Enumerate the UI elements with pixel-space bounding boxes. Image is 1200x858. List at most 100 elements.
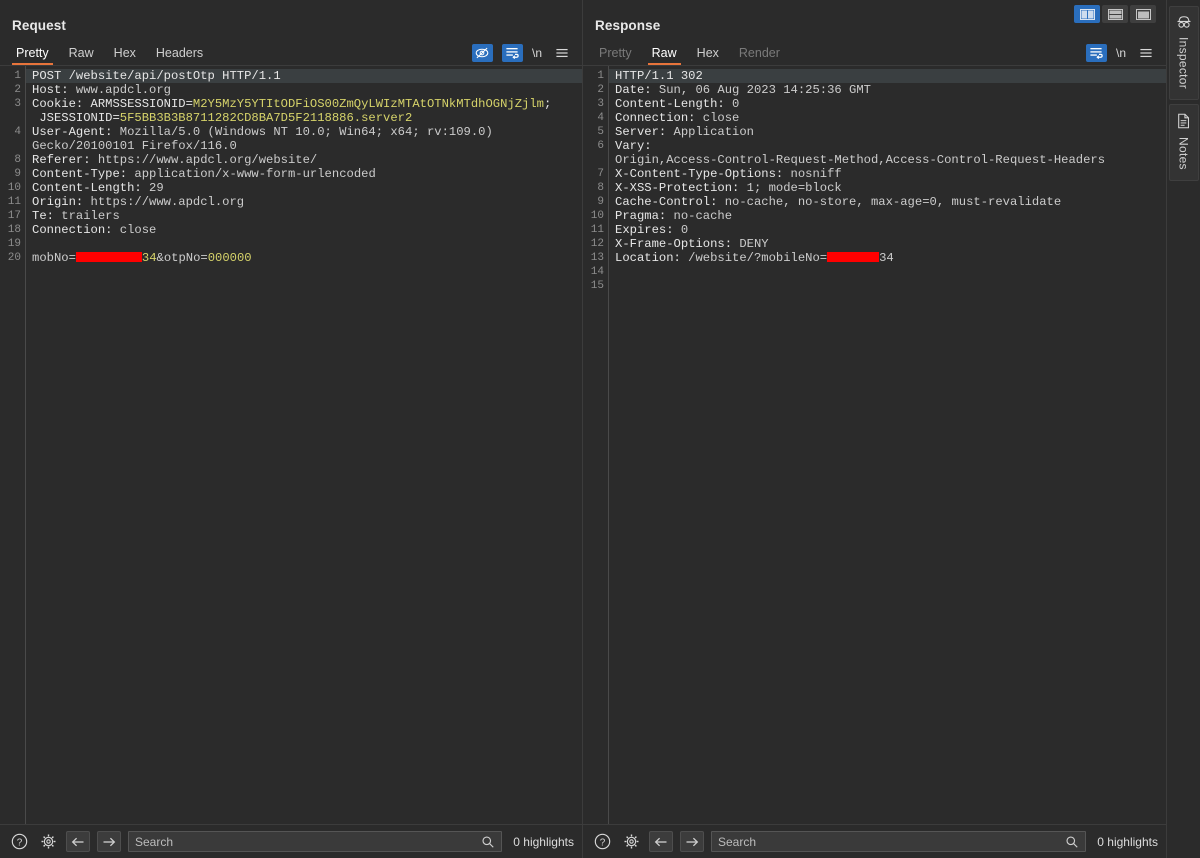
code-text: Referer: bbox=[32, 153, 98, 167]
newline-icon[interactable]: \n bbox=[532, 46, 542, 60]
forward-button[interactable] bbox=[680, 831, 704, 852]
line-number: 19 bbox=[7, 238, 21, 250]
line-number: 1 bbox=[597, 70, 604, 82]
code-line[interactable]: Content-Type: application/x-www-form-url… bbox=[26, 167, 582, 181]
code-line[interactable]: JSESSIONID=5F5BB3B3B8711282CD8BA7D5F2118… bbox=[26, 111, 582, 125]
line-number: 10 bbox=[7, 182, 21, 194]
code-line[interactable]: Location: /website/?mobileNo= 34 bbox=[609, 251, 1166, 265]
code-line[interactable]: Content-Length: 29 bbox=[26, 181, 582, 195]
request-tab-headers[interactable]: Headers bbox=[146, 44, 213, 65]
code-text: /website/?mobileNo= bbox=[688, 251, 828, 265]
help-icon[interactable]: ? bbox=[591, 831, 613, 853]
code-line[interactable] bbox=[26, 237, 582, 251]
code-line[interactable]: Cookie: ARMSSESSIONID=M2Y5MzY5YTItODFiOS… bbox=[26, 97, 582, 111]
code-text: Expires: bbox=[615, 223, 681, 237]
help-icon[interactable]: ? bbox=[8, 831, 30, 853]
code-line[interactable]: Pragma: no-cache bbox=[609, 209, 1166, 223]
layout-horizontal-split-button[interactable] bbox=[1102, 5, 1128, 23]
back-button[interactable] bbox=[66, 831, 90, 852]
response-search-input[interactable] bbox=[718, 834, 1066, 849]
request-tab-pretty[interactable]: Pretty bbox=[6, 44, 59, 65]
response-code[interactable]: HTTP/1.1 302 Date: Sun, 06 Aug 2023 14:25… bbox=[609, 66, 1166, 824]
line-number: 20 bbox=[7, 252, 21, 264]
response-editor[interactable]: 1 2 3 4 5 6 7 8 9 10 11 12 13 14 15 HTTP/1.1 302 Date: … bbox=[583, 65, 1166, 824]
line-number: 3 bbox=[597, 98, 604, 110]
code-line[interactable] bbox=[609, 265, 1166, 279]
code-text: X-Frame-Options: bbox=[615, 237, 740, 251]
code-text: https://www.apdcl.org/website/ bbox=[97, 153, 318, 167]
svg-text:?: ? bbox=[16, 837, 22, 848]
response-tab-render[interactable]: Render bbox=[729, 44, 790, 65]
layout-vertical-split-button[interactable] bbox=[1074, 5, 1100, 23]
code-line[interactable]: Gecko/20100101 Firefox/116.0 bbox=[26, 139, 582, 153]
newline-icon[interactable]: \n bbox=[1116, 46, 1126, 60]
sidebar-item-notes[interactable]: Notes bbox=[1168, 104, 1199, 181]
code-text: User-Agent: bbox=[32, 125, 120, 139]
code-line[interactable]: HTTP/1.1 302 bbox=[609, 69, 1166, 83]
code-text: Content-Type: bbox=[32, 167, 135, 181]
code-line[interactable]: Cache-Control: no-cache, no-store, max-a… bbox=[609, 195, 1166, 209]
request-tab-hex[interactable]: Hex bbox=[104, 44, 146, 65]
code-line[interactable]: Origin: https://www.apdcl.org bbox=[26, 195, 582, 209]
code-line[interactable]: Connection: close bbox=[26, 223, 582, 237]
back-button[interactable] bbox=[649, 831, 673, 852]
response-tab-raw[interactable]: Raw bbox=[642, 44, 687, 65]
line-number: 18 bbox=[7, 224, 21, 236]
code-line[interactable]: POST /website/api/postOtp HTTP/1.1 bbox=[26, 69, 582, 83]
code-line[interactable]: Te: trailers bbox=[26, 209, 582, 223]
code-line[interactable]: X-Frame-Options: DENY bbox=[609, 237, 1166, 251]
code-text: Cookie: ARMSSESSIONID= bbox=[32, 97, 193, 111]
line-number: 8 bbox=[14, 154, 21, 166]
line-number: 2 bbox=[14, 84, 21, 96]
menu-icon[interactable] bbox=[551, 44, 572, 62]
code-line[interactable]: Referer: https://www.apdcl.org/website/ bbox=[26, 153, 582, 167]
sidebar-item-inspector[interactable]: Inspector bbox=[1168, 6, 1199, 101]
request-search-input[interactable] bbox=[135, 834, 482, 849]
code-text: trailers bbox=[61, 209, 120, 223]
gear-icon[interactable] bbox=[37, 831, 59, 853]
request-search-box[interactable] bbox=[128, 831, 503, 852]
code-text: Gecko/20100101 Firefox/116.0 bbox=[32, 139, 237, 153]
response-tabbar: Pretty Raw Hex Render \n bbox=[583, 39, 1166, 65]
code-line[interactable]: Server: Application bbox=[609, 125, 1166, 139]
response-tab-pretty[interactable]: Pretty bbox=[589, 44, 642, 65]
code-text: www.apdcl.org bbox=[75, 83, 171, 97]
code-text: Content-Length: bbox=[32, 181, 150, 195]
word-wrap-icon[interactable] bbox=[1085, 44, 1107, 62]
code-line[interactable]: User-Agent: Mozilla/5.0 (Windows NT 10.0… bbox=[26, 125, 582, 139]
request-editor[interactable]: 1 2 3 4 8 9 10 11 17 18 19 20 POST /website/api/pos… bbox=[0, 65, 582, 824]
sidebar-item-inspector-label: Inspector bbox=[1176, 37, 1191, 90]
layout-single-pane-button[interactable] bbox=[1130, 5, 1156, 23]
hide-icon[interactable] bbox=[471, 44, 493, 62]
response-tab-hex[interactable]: Hex bbox=[687, 44, 729, 65]
code-line[interactable] bbox=[609, 279, 1166, 293]
code-line[interactable]: X-XSS-Protection: 1; mode=block bbox=[609, 181, 1166, 195]
code-text: Te: bbox=[32, 209, 62, 223]
line-number: 9 bbox=[597, 196, 604, 208]
notes-icon bbox=[1178, 113, 1190, 129]
code-line[interactable]: Date: Sun, 06 Aug 2023 14:25:36 GMT bbox=[609, 83, 1166, 97]
code-line[interactable]: mobNo= 34&otpNo=000000 bbox=[26, 251, 582, 265]
menu-icon[interactable] bbox=[1135, 44, 1156, 62]
code-line[interactable]: X-Content-Type-Options: nosniff bbox=[609, 167, 1166, 181]
code-line[interactable]: Vary: bbox=[609, 139, 1166, 153]
code-line[interactable]: Origin,Access-Control-Request-Method,Acc… bbox=[609, 153, 1166, 167]
redaction-block bbox=[75, 252, 142, 262]
gear-icon[interactable] bbox=[620, 831, 642, 853]
forward-button[interactable] bbox=[97, 831, 121, 852]
code-line[interactable]: Content-Length: 0 bbox=[609, 97, 1166, 111]
code-line[interactable]: Expires: 0 bbox=[609, 223, 1166, 237]
code-text: Origin,Access-Control-Request-Method,Acc… bbox=[615, 153, 1106, 167]
request-tab-raw[interactable]: Raw bbox=[59, 44, 104, 65]
burp-workspace: Request Pretty Raw Hex Headers \n 1 2 3 … bbox=[0, 0, 1166, 858]
request-code[interactable]: POST /website/api/postOtp HTTP/1.1 Host: … bbox=[26, 66, 582, 824]
response-search-box[interactable] bbox=[711, 831, 1087, 852]
code-text: X-XSS-Protection: bbox=[615, 181, 747, 195]
code-text: Connection: bbox=[32, 223, 120, 237]
word-wrap-icon[interactable] bbox=[501, 44, 523, 62]
code-line[interactable]: Connection: close bbox=[609, 111, 1166, 125]
code-line[interactable]: Host: www.apdcl.org bbox=[26, 83, 582, 97]
code-text: JSESSIONID= bbox=[32, 111, 120, 125]
line-number bbox=[0, 111, 25, 125]
line-number: 11 bbox=[590, 224, 604, 236]
